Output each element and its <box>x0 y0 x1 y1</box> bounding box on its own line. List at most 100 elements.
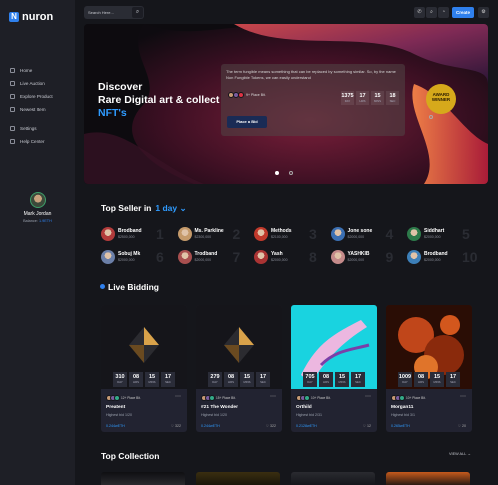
carousel-dot[interactable] <box>429 115 433 119</box>
nft-card[interactable]: 705 DAY 08 HRS 15 MINS 17 SEC 10+ Place Bit. ⋯ … <box>291 305 377 432</box>
logo-mark: N <box>9 12 19 22</box>
nft-countdown: 705 DAY 08 HRS 15 MINS 17 SEC <box>303 372 365 387</box>
sidebar-item-newest-item[interactable]: Newest Item <box>10 103 70 116</box>
seller-item[interactable]: Methods $2100,000 3 <box>254 225 330 243</box>
bell-icon[interactable]: ◔ <box>438 7 449 18</box>
nft-owners: 12+ Place Bit. <box>106 395 141 401</box>
seller-item[interactable]: Brodband $2000,000 10 <box>407 248 483 266</box>
auction-icon <box>10 81 15 86</box>
period-dropdown[interactable]: 1 day ⌄ <box>155 203 186 213</box>
search-placeholder: Search Here... <box>88 10 114 15</box>
logo[interactable]: N nuron <box>9 11 53 23</box>
seller-name: Ms. Parkline <box>194 228 224 234</box>
live-indicator-icon <box>100 284 105 289</box>
seller-item[interactable]: Siddhart $2000,000 5 <box>407 225 483 243</box>
gear-icon[interactable]: ⚙ <box>478 7 489 18</box>
countdown-label: DAY <box>402 380 408 384</box>
seller-name: Trodband <box>194 251 218 257</box>
countdown-label: MINS <box>338 380 346 384</box>
seller-rank: 2 <box>232 226 241 242</box>
nft-countdown: 279 DAY 08 HRS 15 MINS 17 SEC <box>208 372 270 387</box>
like-button[interactable]: ♡ 322 <box>266 424 276 428</box>
nft-card[interactable]: 279 DAY 08 HRS 15 MINS 17 SEC 15+ Place Bit. ⋯ … <box>196 305 282 432</box>
like-count: 20 <box>462 424 466 428</box>
countdown-label: MINS <box>433 380 441 384</box>
nft-card[interactable]: 1009 DAY 08 HRS 15 MINS 17 SEC 10+ Place Bit. ⋯… <box>386 305 472 432</box>
user-profile[interactable]: Mark Jordan Balance: 1.9ETH <box>0 192 75 236</box>
countdown-box: 17 SEC <box>256 372 270 387</box>
hero-banner: Discover Rare Digital art & collect NFT'… <box>84 24 488 184</box>
nft-owners: 10+ Place Bit. <box>391 395 426 401</box>
countdown-label: SEC <box>450 380 456 384</box>
countdown-label: SEC <box>355 380 361 384</box>
sidebar-item-label: Newest Item <box>20 107 46 112</box>
sidebar-item-label: Explore Product <box>20 94 53 99</box>
nft-price: 0.244wETH <box>106 424 125 428</box>
seller-item[interactable]: YASHKIB $2000,000 9 <box>330 248 407 266</box>
like-count: 322 <box>175 424 181 428</box>
more-options-icon[interactable]: ⋯ <box>460 393 466 400</box>
avatar <box>407 227 421 241</box>
seller-rank: 4 <box>385 226 394 242</box>
avatar <box>238 92 244 98</box>
seller-price: $2100,000 <box>271 235 288 239</box>
search-icon[interactable]: ⌕ <box>132 7 143 18</box>
nft-title: #21 The Wonder <box>201 405 238 410</box>
countdown-secs: 18 SEC <box>386 91 399 105</box>
seller-price: $2000,000 <box>271 258 288 262</box>
seller-name: Methods <box>271 228 292 234</box>
countdown-label: SEC <box>260 380 266 384</box>
collection-card[interactable] <box>196 472 280 485</box>
seller-name: YASHKIB <box>347 251 370 257</box>
search-icon[interactable]: ⌕ <box>426 7 437 18</box>
like-button[interactable]: ♡ 20 <box>458 424 466 428</box>
more-options-icon[interactable]: ⋯ <box>175 393 181 400</box>
sidebar-item-settings[interactable]: Settings <box>10 122 70 135</box>
seller-name: Brodband <box>118 228 142 234</box>
phone-icon[interactable]: ✆ <box>414 7 425 18</box>
owners-count: 10+ Place Bit. <box>406 396 426 400</box>
collection-card[interactable] <box>101 472 185 485</box>
sidebar-item-help-center[interactable]: Help Center <box>10 135 70 148</box>
avatar <box>304 395 310 401</box>
nft-card[interactable]: 310 DAY 08 HRS 15 MINS 17 SEC 12+ Place Bit. ⋯ … <box>101 305 187 432</box>
nft-countdown: 310 DAY 08 HRS 15 MINS 17 SEC <box>113 372 175 387</box>
place-bid-button[interactable]: Place a Bid <box>227 116 267 128</box>
countdown-box: 08 HRS <box>224 372 238 387</box>
seller-item[interactable]: Yash $2000,000 8 <box>254 248 330 266</box>
sidebar-item-explore-product[interactable]: Explore Product <box>10 90 70 103</box>
seller-item[interactable]: Jone sone $2000,000 4 <box>330 225 407 243</box>
carousel-dot[interactable] <box>289 171 293 175</box>
sidebar-item-home[interactable]: Home <box>10 64 70 77</box>
seller-item[interactable]: Brodband $2500,000 1 <box>101 225 177 243</box>
balance-value: 1.9ETH <box>38 219 52 223</box>
search-input[interactable]: Search Here... ⌕ <box>84 6 144 19</box>
like-button[interactable]: ♡ 322 <box>171 424 181 428</box>
hero-headline: Discover Rare Digital art & collect NFT'… <box>98 81 219 120</box>
seller-price: $2300,000 <box>194 235 212 239</box>
avatar <box>407 250 421 264</box>
seller-item[interactable]: Sobuj Mk $2000,000 6 <box>101 248 177 266</box>
view-all-link[interactable]: VIEW ALL → <box>449 452 471 456</box>
countdown-label: SEC <box>389 99 396 103</box>
more-options-icon[interactable]: ⋯ <box>365 393 371 400</box>
countdown-box: 08 HRS <box>129 372 143 387</box>
countdown-label: SEC <box>165 380 171 384</box>
countdown-label: DAY <box>307 380 313 384</box>
avatar <box>101 250 115 264</box>
sidebar-item-live-auction[interactable]: Live Auction <box>10 77 70 90</box>
seller-item[interactable]: Ms. Parkline $2300,000 2 <box>177 225 254 243</box>
countdown-hours: 17 HRS <box>356 91 369 105</box>
like-button[interactable]: ♡ 12 <box>363 424 371 428</box>
seller-item[interactable]: Trodband $2000,000 7 <box>177 248 254 266</box>
hero-line-1: Discover <box>98 81 143 93</box>
more-options-icon[interactable]: ⋯ <box>270 393 276 400</box>
seller-name: Siddhart <box>424 228 445 234</box>
collection-card[interactable] <box>291 472 375 485</box>
nft-owners: 10+ Place Bit. <box>296 395 331 401</box>
nft-price: 0.265wETH <box>391 424 410 428</box>
countdown-box: 15 MINS <box>430 372 444 387</box>
collection-card[interactable] <box>386 472 470 485</box>
create-button[interactable]: Create <box>452 7 474 18</box>
carousel-dot-active[interactable] <box>275 171 279 175</box>
